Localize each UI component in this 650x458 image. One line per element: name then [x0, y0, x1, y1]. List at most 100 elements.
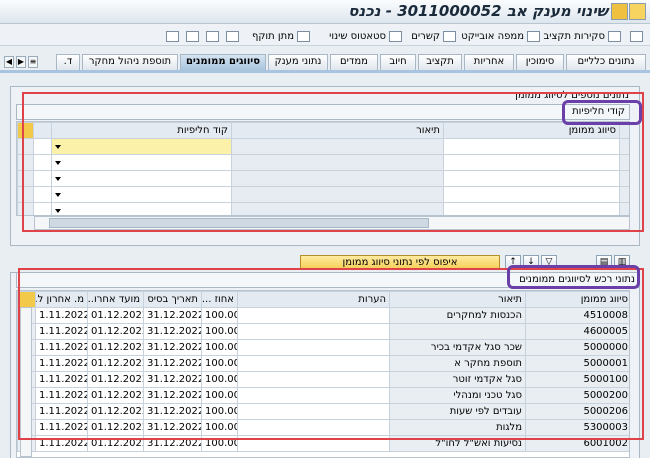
col-base-date: תאריך בסיס — [143, 291, 202, 308]
sap-menu-icon[interactable] — [629, 3, 646, 20]
notes-cell[interactable] — [237, 355, 390, 372]
table-row[interactable] — [17, 202, 629, 215]
notes-cell[interactable] — [237, 403, 390, 420]
percent-cell: 100.00 — [201, 307, 238, 324]
dropdown-icon[interactable] — [55, 209, 61, 213]
description-cell: סגל אקדמי זוטר — [389, 371, 526, 388]
table-row[interactable]: 1.11.2022 01.12.2022 31.12.2022 100.00 נסיעו… — [17, 435, 629, 452]
last-period-cell: 1.11.2022 — [35, 355, 88, 372]
tab-grant-data[interactable]: נתוני מענק — [268, 54, 328, 70]
tab-sponsored-classes[interactable]: סיווגים ממומנים — [180, 54, 266, 70]
new-document-icon — [226, 30, 239, 42]
links-button[interactable]: קשרים — [408, 26, 459, 46]
table-row[interactable] — [17, 154, 629, 171]
notes-cell[interactable] — [237, 435, 390, 452]
display-icon-button[interactable] — [163, 26, 182, 46]
notes-cell[interactable] — [237, 387, 390, 404]
tab-scroll-right-icon[interactable]: ▶ — [16, 56, 26, 68]
table-row[interactable]: 1.11.2022 01.12.2022 31.12.2022 100.00 תוספת… — [17, 355, 629, 372]
table-row[interactable] — [17, 170, 629, 187]
copy-icon-button[interactable] — [203, 26, 222, 46]
tab-dimensions[interactable]: ממדים — [330, 54, 378, 70]
table-row[interactable] — [17, 138, 629, 155]
budget-review-button[interactable]: סקירות תקציב — [540, 26, 624, 46]
sort-asc-icon[interactable]: ↑ — [505, 255, 521, 270]
section1-subtitle: קודי חליפיות — [16, 104, 630, 120]
dropdown-icon[interactable] — [55, 161, 61, 165]
last-due-cell: 01.12.2022 — [87, 371, 144, 388]
sponsored-class-cell: 4510008 — [525, 307, 629, 324]
change-status-button[interactable]: סטאטוס שינוי — [326, 26, 405, 46]
dropdown-icon[interactable] — [55, 177, 61, 181]
reset-by-class-button[interactable]: איפוס לפי נתוני סיווג ממומן — [300, 255, 500, 270]
tab-scroll-left-icon[interactable]: ◀ — [4, 56, 14, 68]
grid2-vertical-scrollbar[interactable] — [20, 307, 32, 457]
tab-references[interactable]: סימוכין — [516, 54, 564, 70]
notes-cell[interactable] — [237, 371, 390, 388]
sponsored-class-cell: 5000001 — [525, 355, 629, 372]
description-cell: הכנסות למחקרים — [389, 307, 526, 324]
dropdown-icon[interactable] — [55, 145, 61, 149]
copy-icon — [206, 30, 219, 42]
export-icon[interactable]: ▤ — [596, 255, 612, 270]
grid-settings-icon[interactable] — [17, 122, 34, 139]
table-row[interactable]: 1.11.2022 01.12.2022 31.12.2022 100.00 הכנסו… — [17, 307, 629, 324]
layout-icon[interactable]: ▥ — [614, 255, 630, 270]
select-all[interactable] — [33, 122, 52, 139]
table-icon — [630, 30, 643, 42]
percent-cell: 100.00 — [201, 339, 238, 356]
dropdown-icon[interactable] — [55, 193, 61, 197]
object-mapper-button[interactable]: ממפה אובייקט — [458, 26, 543, 46]
percent-cell: 100.00 — [201, 419, 238, 436]
base-date-cell: 31.12.2022 — [143, 355, 202, 372]
notes-cell[interactable] — [237, 339, 390, 356]
tab-budget[interactable]: תקציב — [418, 54, 462, 70]
edit-icon — [186, 30, 199, 42]
procurement-grid: מ. אחרון ל... מועד אחרו... תאריך בסיס אח… — [16, 290, 630, 458]
table-row[interactable]: 1.11.2022 01.12.2022 31.12.2022 100.00 עובדי… — [17, 403, 629, 420]
last-due-cell: 01.12.2022 — [87, 419, 144, 436]
toolbar-icon-1[interactable] — [627, 26, 646, 46]
table-row[interactable]: 1.11.2022 01.12.2022 31.12.2022 100.00 שכר ס… — [17, 339, 629, 356]
section2-subtitle: נתוני רכש לסיווגים ממומנים — [16, 272, 640, 288]
grid-settings-icon[interactable] — [17, 291, 36, 308]
col-sponsored-class: סיווג ממומן — [443, 122, 620, 139]
sponsored-class-cell: 6001002 — [525, 435, 629, 452]
base-date-cell: 31.12.2022 — [143, 435, 202, 452]
tab-research-admin[interactable]: תוספת ניהול מחקר — [82, 54, 178, 70]
notes-cell[interactable] — [237, 419, 390, 436]
sponsored-class-cell: 5000206 — [525, 403, 629, 420]
col-notes: הערות — [237, 291, 390, 308]
table-row[interactable]: 1.11.2022 01.12.2022 31.12.2022 100.00 46000… — [17, 323, 629, 340]
tab-billing[interactable]: חיוב — [380, 54, 416, 70]
tab-general-data[interactable]: נתונים כלליים — [566, 54, 646, 70]
percent-cell: 100.00 — [201, 355, 238, 372]
validity-button[interactable]: מתן תוקף — [249, 26, 313, 46]
notes-cell[interactable] — [237, 307, 390, 324]
description-cell — [389, 323, 526, 340]
sort-desc-icon[interactable]: ↓ — [523, 255, 539, 270]
tab-responsibility[interactable]: אחריות — [464, 54, 514, 70]
suit-codes-grid: קוד חליפיות תיאור סיווג ממומן — [16, 121, 630, 216]
scroll-thumb[interactable] — [49, 218, 429, 228]
grid1-horizontal-scrollbar[interactable] — [34, 216, 630, 230]
table-row[interactable]: 1.11.2022 01.12.2022 31.12.2022 100.00 סגל א… — [17, 371, 629, 388]
tab-list-icon[interactable]: ≡ — [28, 56, 38, 68]
notes-cell[interactable] — [237, 323, 390, 340]
status-icon — [389, 30, 402, 42]
filter-icon[interactable]: ▽ — [541, 255, 557, 270]
tab-more[interactable]: ד. — [56, 54, 80, 70]
sponsored-class-cell: 5300003 — [525, 419, 629, 436]
application-toolbar: סקירות תקציב ממפה אובייקט קשרים סטאטוס ש… — [0, 24, 650, 46]
table-row[interactable]: 1.11.2022 01.12.2022 31.12.2022 100.00 מלגות… — [17, 419, 629, 436]
validity-icon — [297, 30, 310, 42]
col-suit-code: קוד חליפיות — [51, 122, 232, 139]
suit-code-input[interactable] — [51, 138, 232, 155]
table-row[interactable]: 1.11.2022 01.12.2022 31.12.2022 100.00 סגל ט… — [17, 387, 629, 404]
description-cell: נסיעות ואש"ל לחו"ל — [389, 435, 526, 452]
back-icon[interactable] — [611, 3, 628, 20]
last-period-cell: 1.11.2022 — [35, 435, 88, 452]
change-icon-button[interactable] — [183, 26, 202, 46]
new-icon-button[interactable] — [223, 26, 242, 46]
table-row[interactable] — [17, 186, 629, 203]
